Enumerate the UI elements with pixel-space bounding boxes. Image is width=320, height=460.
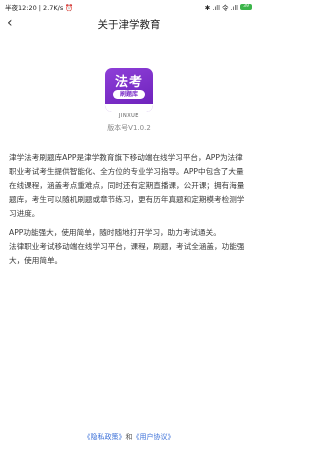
privacy-policy-link[interactable]: 《隐私政策》 xyxy=(84,433,126,441)
logo-pill: 刷题库 xyxy=(113,90,145,99)
app-description: 津学法考刷题库APP是津学教育旗下移动端在线学习平台，APP为法律职业考试考生提… xyxy=(9,151,247,268)
status-time-speed: 半夜12:20 | 2.7K/s ⏰ xyxy=(5,2,73,12)
status-time-text: 半夜12:20 | 2.7K/s xyxy=(5,4,64,12)
description-paragraph-1: 津学法考刷题库APP是津学教育旗下移动端在线学习平台，APP为法律职业考试考生提… xyxy=(9,153,245,218)
version-label: 版本号V1.0.2 xyxy=(107,124,151,132)
page-title: 关于津学教育 xyxy=(97,19,161,31)
status-bar: 半夜12:20 | 2.7K/s ⏰ ✱ .ıll 令 .ıll 39 xyxy=(0,0,258,12)
description-paragraph-2: APP功能强大，使用简单，随时随地打开学习，助力考试通关。 xyxy=(9,228,221,237)
battery-icon: 39 xyxy=(240,4,252,10)
user-agreement-link[interactable]: 《用户协议》 xyxy=(133,433,175,441)
alarm-icon: ⏰ xyxy=(65,4,74,12)
app-logo: 法考 刷题库 xyxy=(105,68,153,112)
nav-bar: ‹ 关于津学教育 xyxy=(0,13,258,35)
footer-links: 《隐私政策》和《用户协议》 xyxy=(0,432,258,442)
logo-strip xyxy=(105,104,153,112)
signal-wifi-icons: ✱ .ıll 令 .ıll xyxy=(204,4,238,12)
footer-and: 和 xyxy=(125,433,133,441)
status-right-icons: ✱ .ıll 令 .ıll 39 xyxy=(205,2,252,12)
description-paragraph-3: 法律职业考试移动端在线学习平台，课程，刷题，考试全涵盖，功能强大，使用简单。 xyxy=(9,242,245,265)
logo-title: 法考 xyxy=(114,75,143,90)
logo-brand: JINXUE xyxy=(119,113,139,119)
